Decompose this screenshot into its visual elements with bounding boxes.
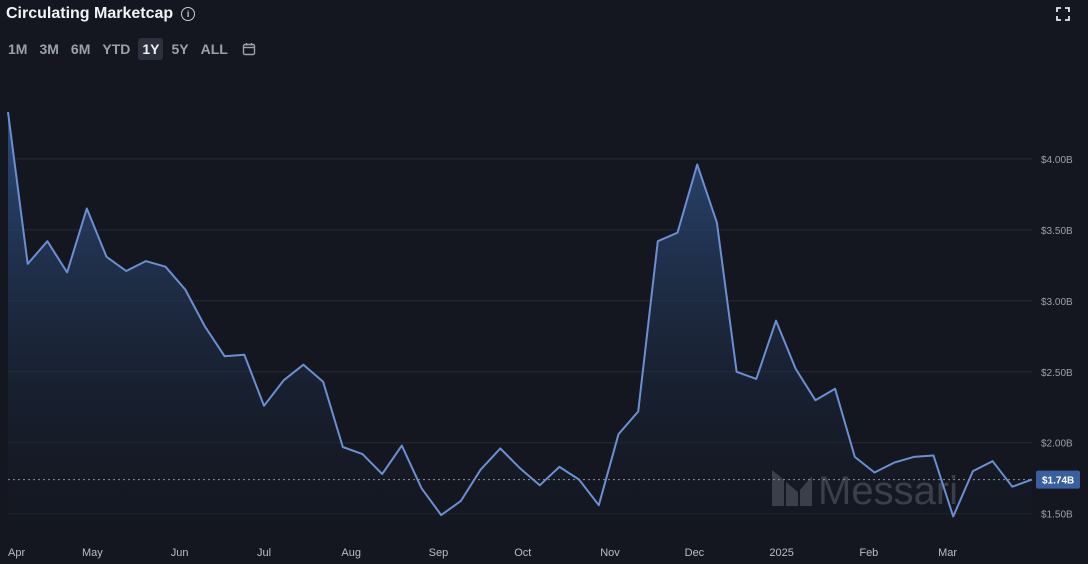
x-tick-label: Nov xyxy=(600,547,620,559)
y-tick-label: $3.50B xyxy=(1041,226,1073,237)
x-tick-label: Sep xyxy=(429,547,449,559)
y-tick-label: $3.00B xyxy=(1041,297,1073,308)
current-value-badge: $1.74B xyxy=(1036,470,1080,489)
watermark-text: Messari xyxy=(818,469,958,513)
x-tick-label: Feb xyxy=(859,547,878,559)
y-tick-label: $1.50B xyxy=(1041,510,1073,521)
x-tick-label: Oct xyxy=(514,547,531,559)
x-tick-label: Mar xyxy=(938,547,957,559)
x-axis: Apr May Jun Jul Aug Sep Oct Nov Dec 2025 Feb Mar xyxy=(8,547,957,559)
area-chart: Messari $1.50B $2.00B $2.50B $3.00B $3.50B $4… xyxy=(7,111,1080,559)
current-value-label: $1.74B xyxy=(1042,476,1074,487)
x-tick-label: Aug xyxy=(341,547,361,559)
x-tick-label: Apr xyxy=(8,547,25,559)
y-axis: $1.50B $2.00B $2.50B $3.00B $3.50B $4.00B xyxy=(1041,155,1073,521)
y-tick-label: $4.00B xyxy=(1041,155,1073,166)
x-tick-label: May xyxy=(82,547,103,559)
y-tick-label: $2.00B xyxy=(1041,439,1073,450)
y-tick-label: $2.50B xyxy=(1041,368,1073,379)
x-tick-label: Dec xyxy=(685,547,705,559)
x-tick-label: Jul xyxy=(257,547,271,559)
x-tick-label: 2025 xyxy=(769,547,793,559)
x-tick-label: Jun xyxy=(171,547,189,559)
